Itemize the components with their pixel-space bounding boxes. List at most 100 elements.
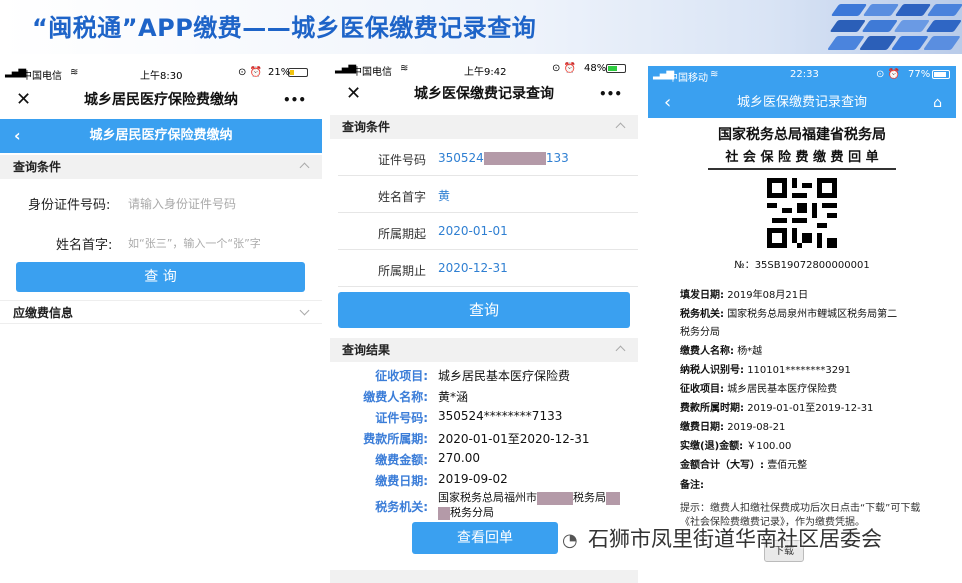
redaction-block [606,491,620,505]
result-section-header[interactable]: 查询结果 [330,338,638,362]
more-icon[interactable]: ••• [599,78,622,110]
clock: 上午9:42 [464,67,507,78]
carrier: 中国电信 [352,67,392,78]
receipt-line: 纳税人识别号: 110101********3291 [680,365,851,376]
result-value: 2020-01-01至2020-12-31 [438,432,590,446]
redaction-block [438,506,450,520]
query-button[interactable]: 查 询 [16,262,305,292]
close-icon[interactable]: ✕ [16,84,31,116]
status-bar: ▂▄▆ 中国电信 ≋ 上午9:42 ⊙ ⏰ 48% [330,60,638,78]
receipt-number: №：35SB19072800000001 [734,260,870,271]
battery-level: 48% [584,63,607,74]
keyboard-decoration [827,4,962,50]
alarm-icon: ⊙ ⏰ [552,63,577,74]
clock: 22:33 [790,69,819,80]
receipt-line: 税务分局 [680,327,720,338]
battery-level: 21% [268,67,291,78]
period-end-value: 2020-12-31 [438,261,508,275]
result-label: 缴费金额: [375,453,428,467]
status-bar: ▂▄▆ 中国电信 ≋ 上午8:30 ⊙ ⏰ 21% [0,64,322,82]
chevron-up-icon [615,345,626,356]
id-number-row[interactable]: 证件号码 350524 133 [338,140,638,176]
period-start-value: 2020-01-01 [438,224,508,238]
receipt-line: 缴费日期: 2019-08-21 [680,422,786,433]
wifi-icon: ≋ [400,63,409,74]
receipt-org: 国家税务总局福建省税务局 [718,127,886,143]
query-section-header[interactable]: 查询条件 [0,155,322,179]
redaction-block [537,491,573,505]
receipt-line: 实缴(退)金额: ￥100.00 [680,441,792,452]
period-end-row[interactable]: 所属期止 2020-12-31 [338,251,638,287]
screenshot-root: “闽税通”APP缴费——城乡医保缴费记录查询 ▂▄▆ 中国电信 ≋ 上午8:30… [0,0,962,583]
home-icon[interactable]: ⌂ [933,88,942,118]
page-title: 城乡医保缴费记录查询 [414,86,554,102]
receipt-line: 税务机关: 国家税务总局泉州市鲤城区税务局第二 [680,309,898,320]
wifi-icon: ≋ [70,67,79,78]
tax-office-value: 国家税务总局福州市 税务局 税务分局 [438,490,620,520]
title-bar: ✕ 城乡居民医疗保险费缴纳 ••• [0,84,322,116]
wifi-icon: ≋ [710,69,719,80]
name-initial-row[interactable]: 姓名首字 黄 [338,177,638,213]
chevron-up-icon [615,122,626,133]
receipt: 国家税务总局福建省税务局 社 会 保 险 费 缴 费 回 单 №：35SB190… [648,118,956,583]
battery-level: 77% [908,69,931,80]
battery-icon [932,70,950,79]
query-button[interactable]: 查询 [338,292,630,328]
id-number-label: 身份证件号码: [28,198,111,213]
watermark: ◔ 石狮市凤里街道华南社区居委会 [562,524,882,554]
result-label: 缴费日期: [375,474,428,488]
result-label: 缴费人名称: [363,390,428,404]
receipt-line: 金额合计（大写）: 壹佰元整 [680,460,808,471]
name-initial-input[interactable]: 如“张三”，输入一个“张”字 [128,235,261,251]
receipt-lines: 填发日期: 2019年08月21日 税务机关: 国家税务总局泉州市鲤城区税务局第… [648,286,956,491]
alarm-icon: ⊙ ⏰ [876,69,901,80]
battery-icon [606,64,626,73]
carrier: 中国电信 [22,71,62,82]
battery-icon [288,68,308,77]
result-value: 黄*涵 [438,390,469,404]
section-label: 查询结果 [342,343,391,357]
name-initial-label: 姓名首字: [56,238,113,253]
title-bar: ‹ 城乡医保缴费记录查询 ⌂ [648,88,956,118]
bottom-divider [330,570,638,583]
more-icon[interactable]: ••• [283,84,306,116]
period-start-row[interactable]: 所属期起 2020-01-01 [338,214,638,250]
status-bar: ▂▄▆ 中国移动 ≋ 22:33 ⊙ ⏰ 77% [648,66,956,84]
page-title: 城乡居民医疗保险费缴纳 [84,92,238,108]
receipt-line: 备注: [680,480,704,491]
phone-1-screen: ▂▄▆ 中国电信 ≋ 上午8:30 ⊙ ⏰ 21% ✕ 城乡居民医疗保险费缴纳 … [0,64,322,583]
banner: “闽税通”APP缴费——城乡医保缴费记录查询 [0,0,962,54]
view-receipt-button[interactable]: 查看回单 [412,522,558,554]
chevron-down-icon [299,305,310,316]
phone-2-screen: ▂▄▆ 中国电信 ≋ 上午9:42 ⊙ ⏰ 48% ✕ 城乡医保缴费记录查询 •… [330,60,638,583]
field-label: 姓名首字 [378,190,427,204]
nav-bar: ‹ 城乡居民医疗保险费缴纳 [0,119,322,153]
back-icon[interactable]: ‹ [14,119,21,153]
section-label: 查询条件 [342,120,391,134]
query-section-header[interactable]: 查询条件 [330,115,638,139]
id-number-row: 身份证件号码: 请输入身份证件号码 [0,189,322,215]
banner-title: “闽税通”APP缴费——城乡医保缴费记录查询 [32,14,537,42]
result-list: 征收项目: 城乡居民基本医疗保险费 缴费人名称: 黄*涵 证件号码: 35052… [330,364,638,534]
field-label: 证件号码 [378,153,427,167]
qr-code [767,178,837,248]
back-icon[interactable]: ‹ [664,88,671,118]
nav-title: 城乡居民医疗保险费缴纳 [89,128,233,143]
title-bar: ✕ 城乡医保缴费记录查询 ••• [330,78,638,110]
payable-info-header[interactable]: 应缴费信息 [0,300,322,324]
id-number-input[interactable]: 请输入身份证件号码 [128,195,236,212]
receipt-line: 缴费人名称: 杨*越 [680,346,763,357]
chevron-up-icon [299,162,310,173]
field-label: 所属期止 [378,264,427,278]
receipt-line: 征收项目: 城乡居民基本医疗保险费 [680,384,838,395]
close-icon[interactable]: ✕ [346,78,361,110]
name-initial-value: 黄 [438,189,451,203]
result-label: 税务机关: [375,500,428,514]
field-label: 所属期起 [378,227,427,241]
phone-3-screen: ▂▄▆ 中国移动 ≋ 22:33 ⊙ ⏰ 77% ‹ 城乡医保缴费记录查询 ⌂ … [648,66,956,583]
result-value: 350524********7133 [438,409,563,423]
redaction-block [483,152,546,165]
id-number-value: 350524 133 [438,151,569,165]
receipt-title: 社 会 保 险 费 缴 费 回 单 [708,146,896,170]
clock: 上午8:30 [140,71,183,82]
